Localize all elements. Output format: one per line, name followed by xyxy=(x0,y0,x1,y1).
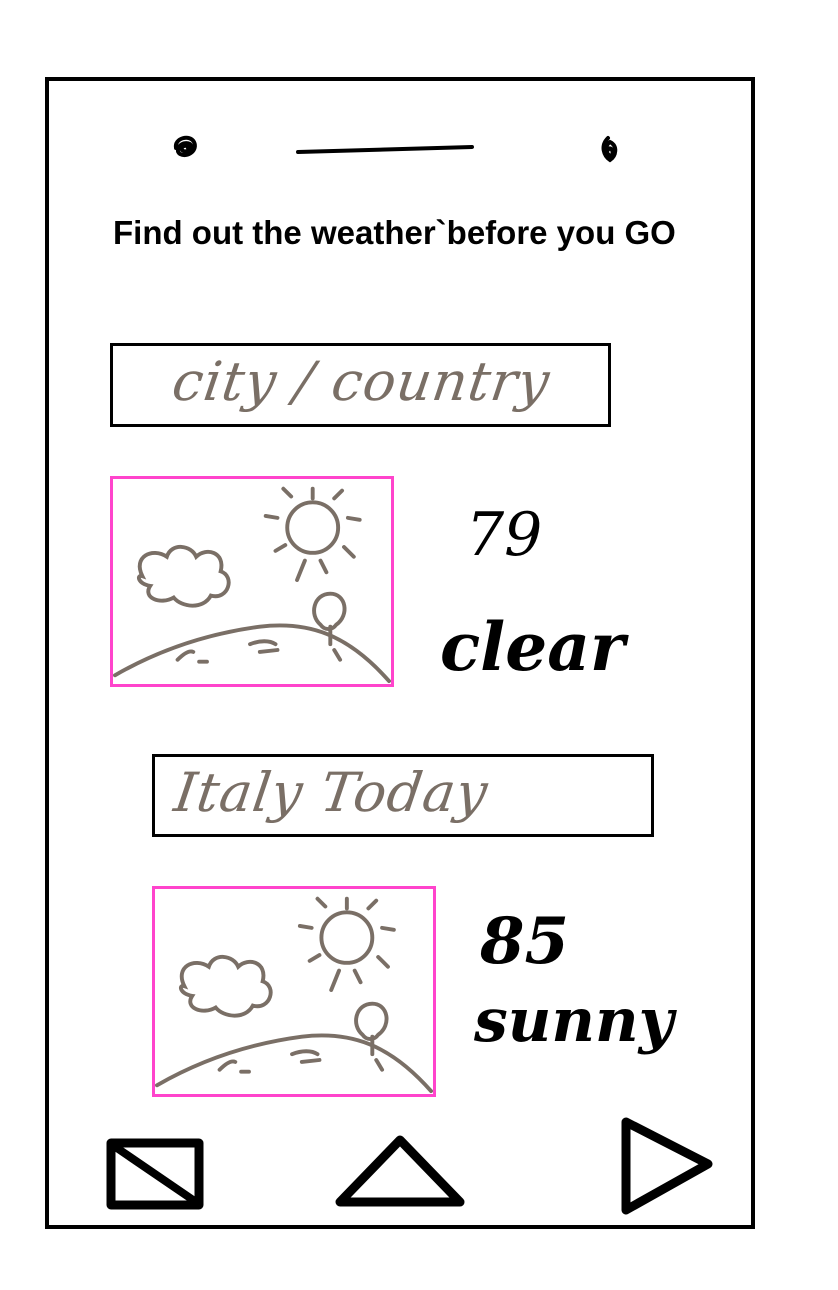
search-input[interactable]: city / country xyxy=(110,343,611,427)
page-title: Find out the weather`before you GO xyxy=(113,214,676,251)
current-condition: clear xyxy=(440,608,625,686)
triangle-up-icon xyxy=(335,1135,465,1207)
forecast-weather-image xyxy=(152,886,436,1097)
search-input-value: city / country xyxy=(168,350,555,413)
location-title: Italy Today xyxy=(170,761,493,824)
current-weather-image xyxy=(110,476,394,687)
sensor-dot-icon xyxy=(601,136,618,163)
camera-dot-icon xyxy=(173,135,197,157)
forecast-temperature: 85 xyxy=(480,904,570,979)
nav-back-button[interactable] xyxy=(106,1138,204,1210)
square-slash-icon xyxy=(106,1138,204,1210)
landscape-sun-cloud-icon xyxy=(155,896,433,1094)
status-bar xyxy=(0,0,838,200)
forecast-condition: sunny xyxy=(474,986,674,1056)
speaker-line-icon xyxy=(296,145,474,154)
location-title-box: Italy Today xyxy=(152,754,654,837)
current-temperature: 79 xyxy=(466,500,543,570)
landscape-sun-cloud-icon xyxy=(113,486,391,684)
nav-forward-button[interactable] xyxy=(618,1114,716,1218)
triangle-right-icon xyxy=(621,1117,713,1215)
nav-home-button[interactable] xyxy=(334,1134,466,1208)
